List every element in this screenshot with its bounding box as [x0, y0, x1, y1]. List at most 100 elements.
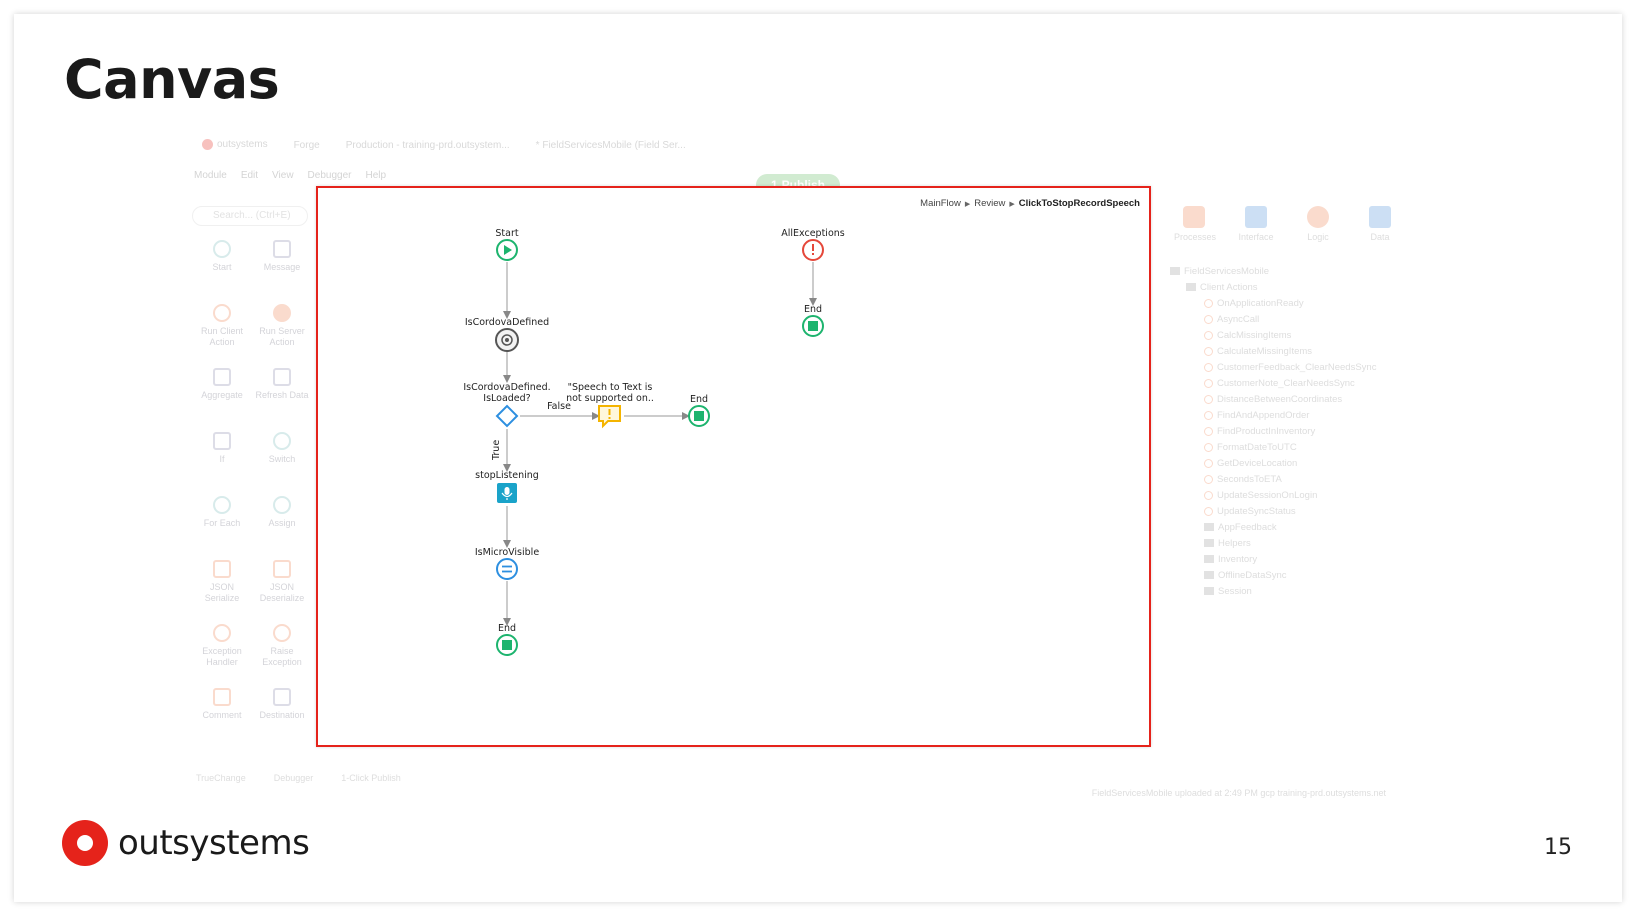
- assign-icon: [496, 558, 518, 580]
- comment-icon: [213, 688, 231, 706]
- node-allexceptions[interactable]: [802, 239, 824, 261]
- tool-json-deserialize[interactable]: JSON Deserialize: [252, 560, 312, 606]
- node-if-label-line2: IsLoaded?: [483, 393, 530, 404]
- client-action-icon: [1204, 442, 1213, 452]
- tab-processes[interactable]: Processes: [1174, 206, 1216, 242]
- ide-tab-production[interactable]: Production - training-prd.outsystem...: [346, 140, 510, 151]
- if-icon: [213, 432, 231, 450]
- toolbox: Start Message Run Client Action Run Serv…: [192, 240, 320, 734]
- interface-icon: [1245, 206, 1267, 228]
- node-if-label-line1: IsCordovaDefined.: [463, 382, 550, 393]
- tool-comment[interactable]: Comment: [192, 688, 252, 734]
- flow-canvas[interactable]: MainFlow ▶ Review ▶ ClickToStopRecordSpe…: [316, 186, 1151, 747]
- menu-debugger[interactable]: Debugger: [308, 170, 352, 181]
- node-end-exception-label: End: [804, 304, 822, 315]
- module-icon: [1170, 267, 1180, 276]
- tree-item-action[interactable]: DistanceBetweenCoordinates: [1170, 392, 1376, 408]
- tree-item-action[interactable]: CustomerFeedback_ClearNeedsSync: [1170, 360, 1376, 376]
- tab-debugger[interactable]: Debugger: [274, 773, 314, 783]
- tree-item-action[interactable]: CustomerNote_ClearNeedsSync: [1170, 376, 1376, 392]
- tree-item-folder[interactable]: Inventory: [1170, 552, 1376, 568]
- node-end-right[interactable]: [688, 405, 710, 427]
- client-action-icon: [1204, 346, 1213, 356]
- slide: Canvas outsystems Forge Production - tra…: [14, 14, 1622, 902]
- tree-item-folder[interactable]: Session: [1170, 584, 1376, 600]
- tab-1click-publish[interactable]: 1-Click Publish: [341, 773, 401, 783]
- tree-item-action[interactable]: CalculateMissingItems: [1170, 344, 1376, 360]
- tool-json-serialize[interactable]: JSON Serialize: [192, 560, 252, 606]
- tool-message[interactable]: Message: [252, 240, 312, 286]
- menu-module[interactable]: Module: [194, 170, 227, 181]
- menu-edit[interactable]: Edit: [241, 170, 258, 181]
- ide-tab-module[interactable]: * FieldServicesMobile (Field Ser...: [536, 140, 686, 151]
- tree-root[interactable]: FieldServicesMobile: [1170, 264, 1376, 280]
- client-action-icon: [1204, 362, 1213, 372]
- ide-bottom-tabs: TrueChange Debugger 1-Click Publish: [196, 768, 1418, 788]
- run-server-action-icon: [273, 304, 291, 322]
- folder-icon: [1204, 571, 1214, 580]
- logo-text: outsystems: [118, 823, 310, 863]
- node-end-exception[interactable]: [802, 315, 824, 337]
- stop-icon: [808, 321, 818, 331]
- tool-assign[interactable]: Assign: [252, 496, 312, 542]
- tree-item-folder[interactable]: OfflineDataSync: [1170, 568, 1376, 584]
- tree-item-action[interactable]: UpdateSessionOnLogin: [1170, 488, 1376, 504]
- run-client-action-icon: [213, 304, 231, 322]
- outsystems-logo: outsystems: [62, 820, 310, 866]
- node-if[interactable]: [495, 404, 519, 428]
- tab-truechange[interactable]: TrueChange: [196, 773, 246, 783]
- tree-item-action[interactable]: UpdateSyncStatus: [1170, 504, 1376, 520]
- tool-run-server-action[interactable]: Run Server Action: [252, 304, 312, 350]
- node-ismicrovisible[interactable]: [496, 558, 518, 580]
- tab-interface[interactable]: Interface: [1236, 206, 1276, 242]
- if-diamond-icon: [495, 404, 519, 428]
- tree-item-action[interactable]: AsyncCall: [1170, 312, 1376, 328]
- branch-true-label: True: [491, 440, 502, 461]
- tool-aggregate[interactable]: Aggregate: [192, 368, 252, 414]
- action-dot-icon: [505, 338, 509, 342]
- node-end-right-label: End: [690, 394, 708, 405]
- destination-icon: [273, 688, 291, 706]
- node-end-bottom[interactable]: [496, 634, 518, 656]
- client-action-icon: [1204, 394, 1213, 404]
- folder-icon: [1204, 539, 1214, 548]
- ide-status-bar: FieldServicesMobile uploaded at 2:49 PM …: [1091, 788, 1386, 798]
- folder-icon: [1204, 555, 1214, 564]
- tool-start[interactable]: Start: [192, 240, 252, 286]
- tool-if[interactable]: If: [192, 432, 252, 478]
- menu-help[interactable]: Help: [365, 170, 386, 181]
- tree-item-action[interactable]: FindProductInInventory: [1170, 424, 1376, 440]
- tool-exception-handler[interactable]: Exception Handler: [192, 624, 252, 670]
- tree-item-folder[interactable]: Helpers: [1170, 536, 1376, 552]
- tree-item-folder[interactable]: AppFeedback: [1170, 520, 1376, 536]
- warning-icon: [608, 409, 611, 415]
- tool-raise-exception[interactable]: Raise Exception: [252, 624, 312, 670]
- tool-refresh-data[interactable]: Refresh Data: [252, 368, 312, 414]
- menu-view[interactable]: View: [272, 170, 294, 181]
- tool-switch[interactable]: Switch: [252, 432, 312, 478]
- tab-data[interactable]: Data: [1360, 206, 1400, 242]
- toolbox-search-input[interactable]: Search... (Ctrl+E): [192, 206, 308, 226]
- tool-for-each[interactable]: For Each: [192, 496, 252, 542]
- folder-icon: [1204, 587, 1214, 596]
- node-start[interactable]: [496, 239, 518, 261]
- tree-item-action[interactable]: OnApplicationReady: [1170, 296, 1376, 312]
- tree-item-action[interactable]: FindAndAppendOrder: [1170, 408, 1376, 424]
- tree-item-action[interactable]: SecondsToETA: [1170, 472, 1376, 488]
- tree-item-action[interactable]: FormatDateToUTC: [1170, 440, 1376, 456]
- node-iscordova[interactable]: [495, 328, 519, 352]
- raise-exception-icon: [273, 624, 291, 642]
- node-stoplistening[interactable]: [497, 483, 517, 503]
- node-message[interactable]: [598, 405, 621, 429]
- aggregate-icon: [213, 368, 231, 386]
- json-deserialize-icon: [273, 560, 291, 578]
- node-ismicrovisible-label: IsMicroVisible: [475, 547, 540, 558]
- tree-group-client-actions[interactable]: Client Actions: [1170, 280, 1376, 296]
- tree-item-action[interactable]: CalcMissingItems: [1170, 328, 1376, 344]
- ide-tab-forge[interactable]: Forge: [294, 140, 320, 151]
- tab-logic[interactable]: Logic: [1298, 206, 1338, 242]
- outsystems-logo-icon: [202, 139, 213, 151]
- tree-item-action[interactable]: GetDeviceLocation: [1170, 456, 1376, 472]
- tool-destination[interactable]: Destination: [252, 688, 312, 734]
- tool-run-client-action[interactable]: Run Client Action: [192, 304, 252, 350]
